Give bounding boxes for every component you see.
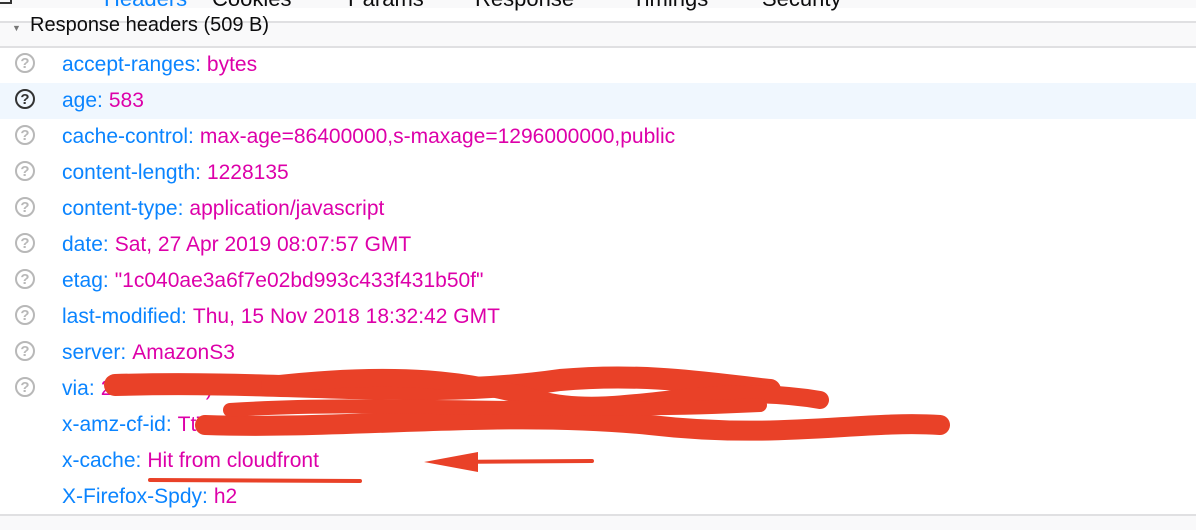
- header-row[interactable]: ? content-length: 1228135: [0, 155, 1196, 191]
- header-name: date: Sat, 27 Apr 2019 08:07:57 GMT: [62, 233, 411, 257]
- tab-bar: Headers Cookies Params Response Timings …: [0, 0, 1196, 11]
- header-name: age: 583: [62, 89, 144, 113]
- header-name-text: server:: [62, 341, 127, 364]
- header-name-text: x-amz-cf-id:: [62, 413, 172, 436]
- headers-list: ? accept-ranges: bytes? age: 583? cache-contr…: [0, 47, 1196, 515]
- header-name-text: X-Firefox-Spdy:: [62, 485, 208, 508]
- header-name: x-cache: Hit from cloudfront: [62, 449, 319, 473]
- header-value: 1228135: [206, 161, 289, 184]
- header-name: x-amz-cf-id: TtTzrk ANp8G7AfsRV: [62, 413, 382, 437]
- header-value: Thu, 15 Nov 2018 18:32:42 GMT: [192, 305, 500, 328]
- help-icon[interactable]: ?: [15, 233, 35, 253]
- header-row[interactable]: ? age: 583: [0, 83, 1196, 119]
- header-row[interactable]: ? last-modified: Thu, 15 Nov 2018 18:32:42…: [0, 299, 1196, 335]
- help-icon[interactable]: ?: [15, 377, 35, 397]
- header-name: accept-ranges: bytes: [62, 53, 257, 77]
- header-name-text: cache-control:: [62, 125, 194, 148]
- header-value: Hit from cloudfront: [147, 449, 319, 472]
- header-value: application/javascript: [189, 197, 385, 220]
- header-row[interactable]: x-cache: Hit from cloudfront: [0, 443, 1196, 479]
- tab-response[interactable]: Response: [475, 0, 574, 12]
- header-value: 2f7265f17 t): [100, 377, 213, 400]
- header-value: TtTzrk ANp8G7AfsRV: [177, 413, 382, 436]
- help-icon[interactable]: ?: [15, 53, 35, 73]
- tab-params[interactable]: Params: [348, 0, 424, 12]
- collapse-triangle-icon: ▼: [12, 23, 21, 33]
- header-name-text: via:: [62, 377, 95, 400]
- header-name: etag: "1c040ae3a6f7e02bd993c433f431b50f": [62, 269, 483, 293]
- header-name: last-modified: Thu, 15 Nov 2018 18:32:42 …: [62, 305, 500, 329]
- response-headers-section[interactable]: ▼ Response headers (509 B): [0, 14, 1196, 48]
- header-row[interactable]: X-Firefox-Spdy: h2: [0, 479, 1196, 515]
- header-row[interactable]: ? date: Sat, 27 Apr 2019 08:07:57 GMT: [0, 227, 1196, 263]
- help-icon[interactable]: ?: [15, 269, 35, 289]
- header-row[interactable]: x-amz-cf-id: TtTzrk ANp8G7AfsRV: [0, 407, 1196, 443]
- header-name-text: content-type:: [62, 197, 184, 220]
- header-name-text: x-cache:: [62, 449, 142, 472]
- section-title: Response headers (509 B): [30, 14, 270, 36]
- header-name-text: date:: [62, 233, 109, 256]
- tab-timings[interactable]: Timings: [632, 0, 708, 12]
- header-name: via: 2f7265f17 t): [62, 377, 213, 401]
- header-value: Sat, 27 Apr 2019 08:07:57 GMT: [114, 233, 412, 256]
- header-row[interactable]: ? via: 2f7265f17 t): [0, 371, 1196, 407]
- header-name: X-Firefox-Spdy: h2: [62, 485, 237, 509]
- tab-security[interactable]: Security: [762, 0, 841, 12]
- header-value: h2: [213, 485, 238, 508]
- help-icon[interactable]: ?: [15, 305, 35, 325]
- help-icon[interactable]: ?: [15, 197, 35, 217]
- header-value: AmazonS3: [132, 341, 235, 364]
- header-value: bytes: [206, 53, 258, 76]
- header-row[interactable]: ? server: AmazonS3: [0, 335, 1196, 371]
- header-row[interactable]: ? etag: "1c040ae3a6f7e02bd993c433f431b50f": [0, 263, 1196, 299]
- header-name: content-type: application/javascript: [62, 197, 384, 221]
- header-value: 583: [108, 89, 144, 112]
- panel-icon: [0, 0, 12, 4]
- header-row[interactable]: ? content-type: application/javascript: [0, 191, 1196, 227]
- help-icon[interactable]: ?: [15, 161, 35, 181]
- header-row[interactable]: ? cache-control: max-age=86400000,s-maxage…: [0, 119, 1196, 155]
- header-name: content-length: 1228135: [62, 161, 289, 185]
- header-row[interactable]: ? accept-ranges: bytes: [0, 47, 1196, 83]
- header-name-text: accept-ranges:: [62, 53, 201, 76]
- header-value: max-age=86400000,s-maxage=1296000000,pub…: [199, 125, 676, 148]
- header-name-text: etag:: [62, 269, 109, 292]
- help-icon[interactable]: ?: [15, 89, 35, 109]
- header-value: "1c040ae3a6f7e02bd993c433f431b50f": [114, 269, 484, 292]
- header-name: server: AmazonS3: [62, 341, 235, 365]
- header-name-text: content-length:: [62, 161, 201, 184]
- header-name-text: last-modified:: [62, 305, 187, 328]
- tab-cookies[interactable]: Cookies: [212, 0, 291, 12]
- help-icon[interactable]: ?: [15, 341, 35, 361]
- tab-headers[interactable]: Headers: [104, 0, 187, 12]
- help-icon[interactable]: ?: [15, 125, 35, 145]
- header-name: cache-control: max-age=86400000,s-maxage=…: [62, 125, 675, 149]
- header-name-text: age:: [62, 89, 103, 112]
